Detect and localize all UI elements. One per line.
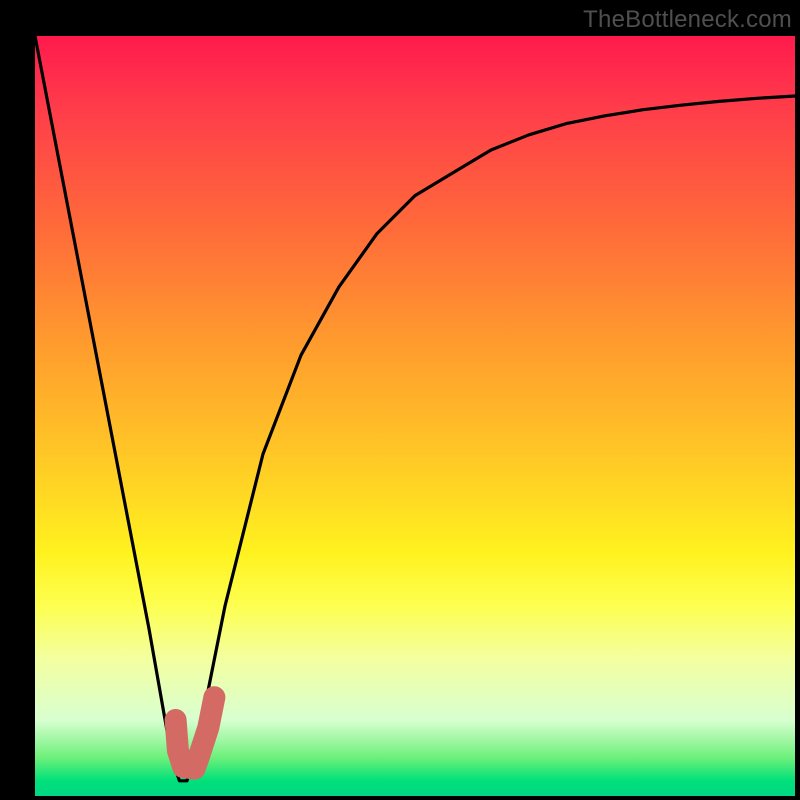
watermark-text: TheBottleneck.com (583, 6, 792, 34)
chart-frame: TheBottleneck.com (0, 0, 800, 800)
j-marker (176, 697, 215, 768)
chart-svg (35, 36, 795, 796)
bottleneck-curve (35, 36, 795, 781)
plot-area (35, 36, 795, 796)
